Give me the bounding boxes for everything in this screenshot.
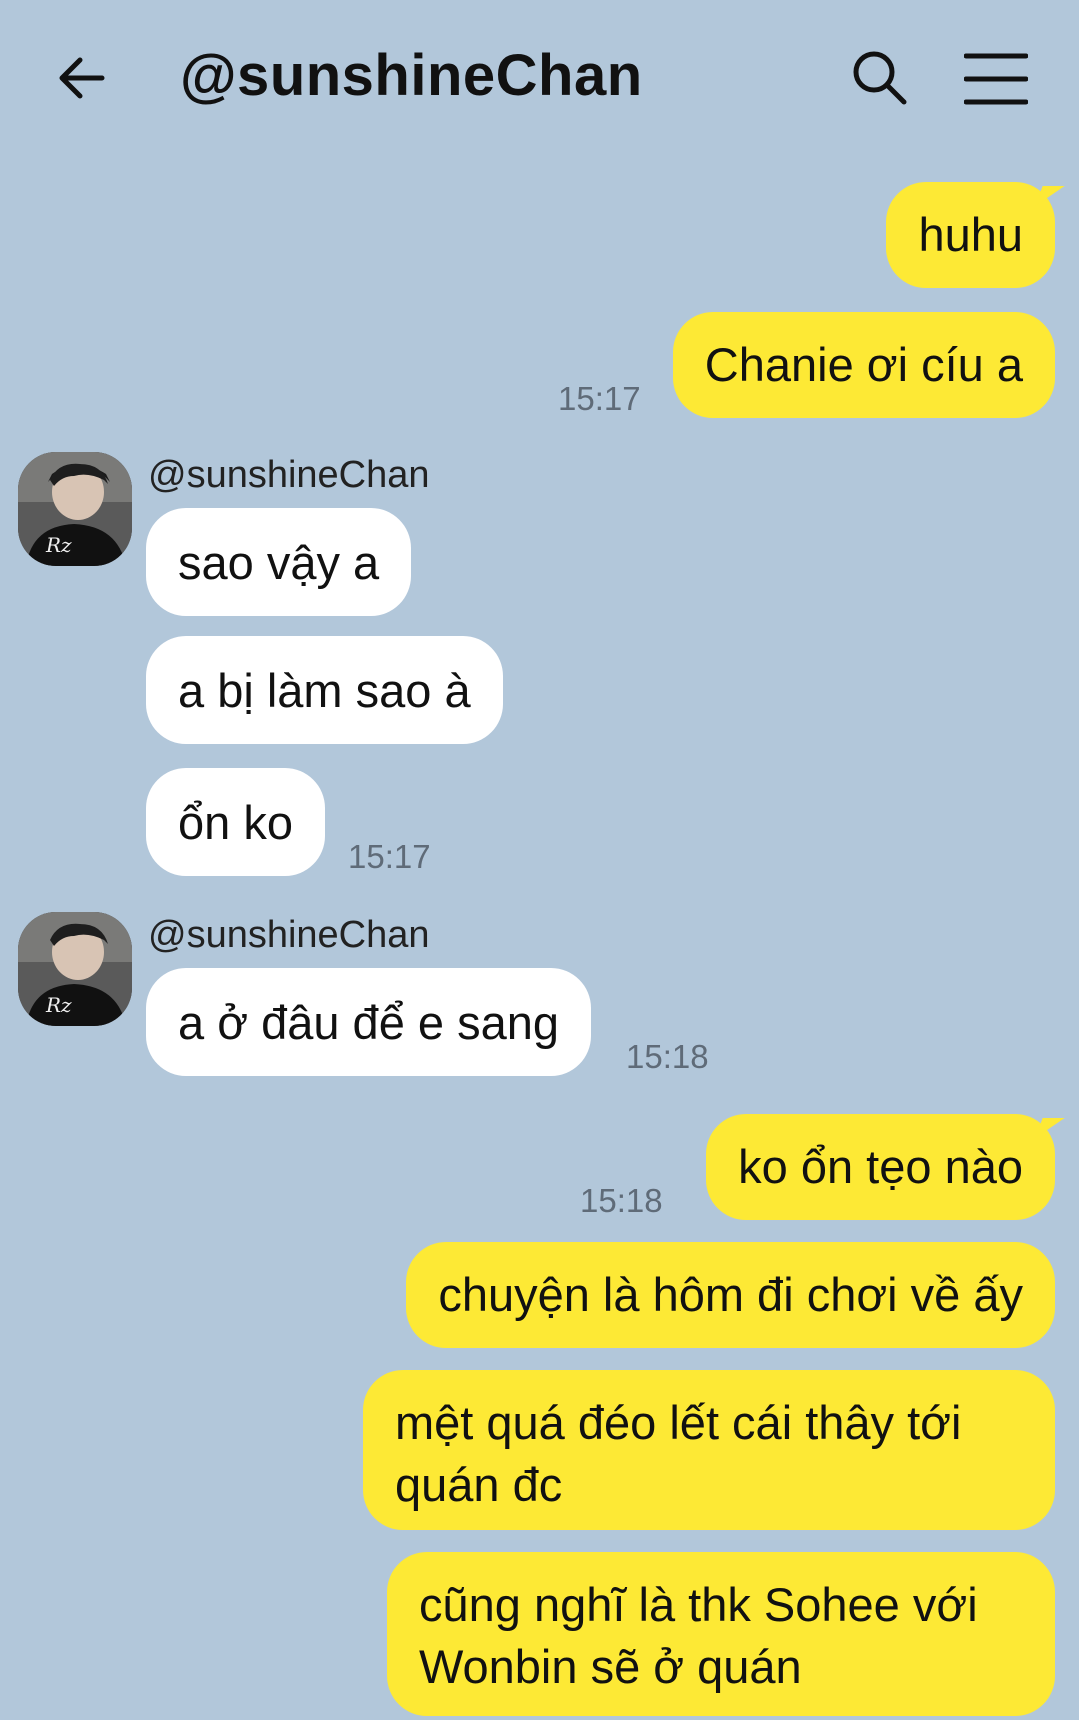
- message-timestamp: 15:18: [580, 1182, 663, 1219]
- message-timestamp: 15:17: [348, 838, 431, 875]
- message-text: chuyện là hôm đi chơi về ấy: [438, 1268, 1023, 1321]
- message-text: ổn ko: [178, 796, 293, 849]
- message-bubble-outgoing[interactable]: cũng nghĩ là thk Sohee với Wonbin sẽ ở q…: [387, 1552, 1055, 1716]
- search-button[interactable]: [848, 46, 912, 110]
- message-text: mệt quá đéo lết cái thây tới quán đc: [395, 1396, 962, 1511]
- message-bubble-incoming[interactable]: ổn ko: [146, 768, 325, 876]
- back-button[interactable]: [56, 48, 120, 112]
- message-bubble-outgoing[interactable]: Chanie ơi cíu a: [672, 312, 1055, 418]
- hamburger-menu-icon: [963, 53, 1029, 105]
- message-text: a ở đâu để e sang: [178, 996, 560, 1049]
- message-text: huhu: [918, 208, 1023, 261]
- message-text: ko ổn tẹo nào: [738, 1140, 1023, 1193]
- sender-name: @sunshineChan: [148, 454, 430, 496]
- message-text: sao vậy a: [178, 536, 380, 589]
- message-bubble-outgoing[interactable]: mệt quá đéo lết cái thây tới quán đc: [363, 1370, 1055, 1530]
- avatar-photo-icon: Rz: [18, 452, 132, 566]
- chat-header: @sunshineChan: [0, 0, 1079, 160]
- message-text: Chanie ơi cíu a: [704, 338, 1023, 391]
- arrow-left-icon: [59, 57, 105, 99]
- avatar-photo-icon: Rz: [18, 912, 132, 1026]
- message-bubble-incoming[interactable]: a bị làm sao à: [146, 636, 503, 744]
- message-text: a bị làm sao à: [178, 664, 471, 717]
- message-text: cũng nghĩ là thk Sohee với Wonbin sẽ ở q…: [419, 1578, 978, 1693]
- svg-text:Rz: Rz: [45, 993, 72, 1017]
- chat-title: @sunshineChan: [180, 43, 643, 108]
- avatar[interactable]: Rz: [18, 452, 132, 566]
- message-bubble-outgoing[interactable]: chuyện là hôm đi chơi về ấy: [406, 1242, 1055, 1348]
- search-icon: [853, 51, 907, 105]
- menu-button[interactable]: [963, 52, 1029, 106]
- message-timestamp: 15:17: [558, 380, 641, 417]
- message-bubble-outgoing[interactable]: ko ổn tẹo nào: [706, 1114, 1055, 1220]
- message-bubble-incoming[interactable]: sao vậy a: [146, 508, 412, 616]
- message-bubble-outgoing[interactable]: huhu: [886, 182, 1055, 288]
- sender-name: @sunshineChan: [148, 914, 430, 956]
- svg-text:Rz: Rz: [45, 533, 72, 557]
- message-timestamp: 15:18: [626, 1038, 709, 1075]
- avatar[interactable]: Rz: [18, 912, 132, 1026]
- message-bubble-incoming[interactable]: a ở đâu để e sang: [146, 968, 592, 1076]
